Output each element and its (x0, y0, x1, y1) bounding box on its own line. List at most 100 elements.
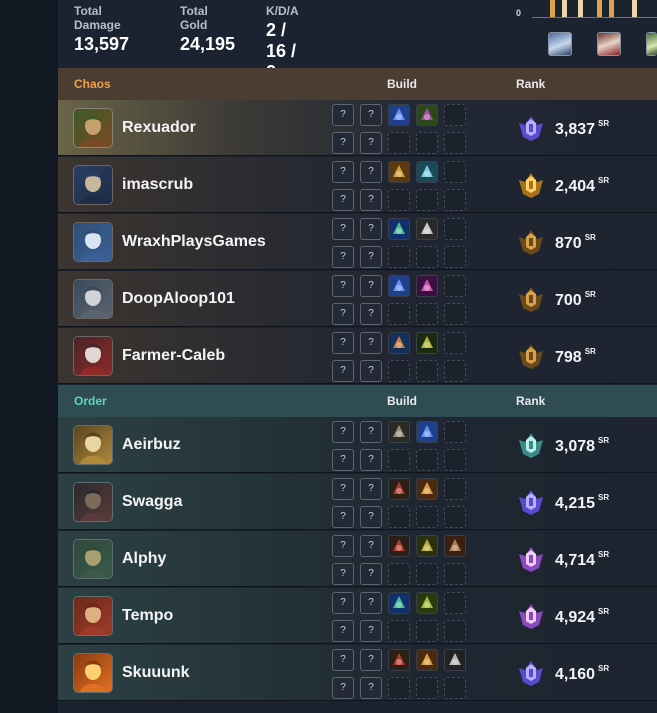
book-icon[interactable] (388, 275, 410, 297)
champion-avatar[interactable] (73, 653, 113, 693)
relic-icon[interactable] (416, 592, 438, 614)
champion-avatar[interactable] (73, 108, 113, 148)
spiked-shield-icon[interactable] (388, 161, 410, 183)
unknown-relic-slot[interactable]: ? (332, 421, 354, 443)
unknown-relic-slot[interactable]: ? (332, 161, 354, 183)
unknown-relic-slot[interactable]: ? (360, 303, 382, 325)
player-row[interactable]: Swagga?? ?? 4,215 SR (58, 474, 657, 530)
unknown-relic-slot[interactable]: ? (332, 478, 354, 500)
unknown-relic-slot[interactable]: ? (360, 275, 382, 297)
unknown-relic-slot[interactable]: ? (332, 275, 354, 297)
unknown-relic-slot[interactable]: ? (360, 620, 382, 642)
player-row[interactable]: Tempo?? ?? 4,924 SR (58, 588, 657, 644)
unknown-relic-slot[interactable]: ? (332, 506, 354, 528)
unknown-relic-slot[interactable]: ? (332, 535, 354, 557)
champion-thumb[interactable] (548, 32, 572, 56)
champion-avatar[interactable] (73, 482, 113, 522)
unknown-relic-slot[interactable]: ? (332, 246, 354, 268)
unknown-relic-slot[interactable]: ? (360, 449, 382, 471)
player-name[interactable]: Skuuunk (122, 664, 190, 682)
champion-avatar[interactable] (73, 596, 113, 636)
unknown-relic-slot[interactable]: ? (332, 563, 354, 585)
champion-avatar[interactable] (73, 222, 113, 262)
unknown-relic-slot[interactable]: ? (332, 132, 354, 154)
unknown-relic-slot[interactable]: ? (332, 218, 354, 240)
bag-icon[interactable] (444, 535, 466, 557)
ring-icon[interactable] (416, 275, 438, 297)
unknown-relic-slot[interactable]: ? (332, 303, 354, 325)
unknown-relic-slot[interactable]: ? (332, 332, 354, 354)
team-header-chaos: Chaos Build Rank (58, 68, 657, 100)
shield-icon[interactable] (416, 218, 438, 240)
player-row[interactable]: DoopAloop101?? ?? 700 SR (58, 271, 657, 327)
book-icon[interactable] (416, 421, 438, 443)
gauntlet-icon[interactable] (388, 478, 410, 500)
potion-icon[interactable] (388, 218, 410, 240)
unknown-relic-slot[interactable]: ? (360, 104, 382, 126)
unknown-relic-slot[interactable]: ? (332, 449, 354, 471)
unknown-relic-slot[interactable]: ? (360, 246, 382, 268)
player-name[interactable]: Alphy (122, 550, 166, 568)
unknown-relic-slot[interactable]: ? (332, 620, 354, 642)
unknown-relic-slot[interactable]: ? (360, 649, 382, 671)
player-name[interactable]: Swagga (122, 493, 182, 511)
total-damage-label: Total Damage (74, 4, 121, 32)
unknown-relic-slot[interactable]: ? (332, 189, 354, 211)
amulet-icon[interactable] (416, 332, 438, 354)
claw-icon[interactable] (416, 535, 438, 557)
champion-avatar[interactable] (73, 425, 113, 465)
player-name[interactable]: Farmer-Caleb (122, 347, 225, 365)
champion-thumb[interactable] (597, 32, 621, 56)
unknown-relic-slot[interactable]: ? (332, 592, 354, 614)
unknown-relic-slot[interactable]: ? (332, 649, 354, 671)
player-name[interactable]: Aeirbuz (122, 436, 181, 454)
player-name[interactable]: WraxhPlaysGames (122, 233, 266, 251)
player-row[interactable]: Skuuunk?? ?? 4,160 SR (58, 645, 657, 701)
player-row[interactable]: Aeirbuz?? ?? 3,078 SR (58, 417, 657, 473)
spear-icon[interactable] (388, 332, 410, 354)
unknown-relic-slot[interactable]: ? (360, 677, 382, 699)
unknown-relic-slot[interactable]: ? (332, 360, 354, 382)
player-name[interactable]: DoopAloop101 (122, 290, 235, 308)
champion-avatar[interactable] (73, 165, 113, 205)
player-name[interactable]: Tempo (122, 607, 173, 625)
player-row[interactable]: WraxhPlaysGames?? ?? 870 SR (58, 214, 657, 270)
unknown-relic-slot[interactable]: ? (332, 677, 354, 699)
player-row[interactable]: imascrub?? ?? 2,404 SR (58, 157, 657, 213)
gauntlet-icon[interactable] (388, 535, 410, 557)
unknown-relic-slot[interactable]: ? (360, 360, 382, 382)
champion-thumb[interactable] (646, 32, 657, 56)
rank-diamond-2-icon (516, 658, 546, 688)
potion-icon[interactable] (388, 592, 410, 614)
champion-avatar[interactable] (73, 336, 113, 376)
book-icon[interactable] (388, 104, 410, 126)
war-hammer-icon[interactable] (388, 421, 410, 443)
player-row[interactable]: Rexuador?? ?? 3,837 SR (58, 100, 657, 156)
serpent-icon[interactable] (416, 104, 438, 126)
unknown-relic-slot[interactable]: ? (360, 506, 382, 528)
unknown-relic-slot[interactable]: ? (360, 161, 382, 183)
hand-axe-icon[interactable] (416, 161, 438, 183)
skill-rating: 4,924 SR (555, 607, 609, 627)
gauntlet-icon[interactable] (388, 649, 410, 671)
unknown-relic-slot[interactable]: ? (360, 592, 382, 614)
player-row[interactable]: Alphy?? ?? 4,714 SR (58, 531, 657, 587)
player-name[interactable]: Rexuador (122, 119, 196, 137)
sword-icon[interactable] (416, 649, 438, 671)
champion-avatar[interactable] (73, 539, 113, 579)
unknown-relic-slot[interactable]: ? (360, 332, 382, 354)
unknown-relic-slot[interactable]: ? (360, 189, 382, 211)
sword-icon[interactable] (416, 478, 438, 500)
unknown-relic-slot[interactable]: ? (360, 478, 382, 500)
unknown-relic-slot[interactable]: ? (360, 535, 382, 557)
player-name[interactable]: imascrub (122, 176, 193, 194)
champion-avatar[interactable] (73, 279, 113, 319)
axe-icon[interactable] (444, 649, 466, 671)
unknown-relic-slot[interactable]: ? (360, 421, 382, 443)
player-row[interactable]: Farmer-Caleb?? ?? 798 SR (58, 328, 657, 384)
unknown-relic-slot[interactable]: ? (360, 563, 382, 585)
sr-suffix: SR (598, 119, 610, 128)
unknown-relic-slot[interactable]: ? (360, 218, 382, 240)
unknown-relic-slot[interactable]: ? (360, 132, 382, 154)
unknown-relic-slot[interactable]: ? (332, 104, 354, 126)
